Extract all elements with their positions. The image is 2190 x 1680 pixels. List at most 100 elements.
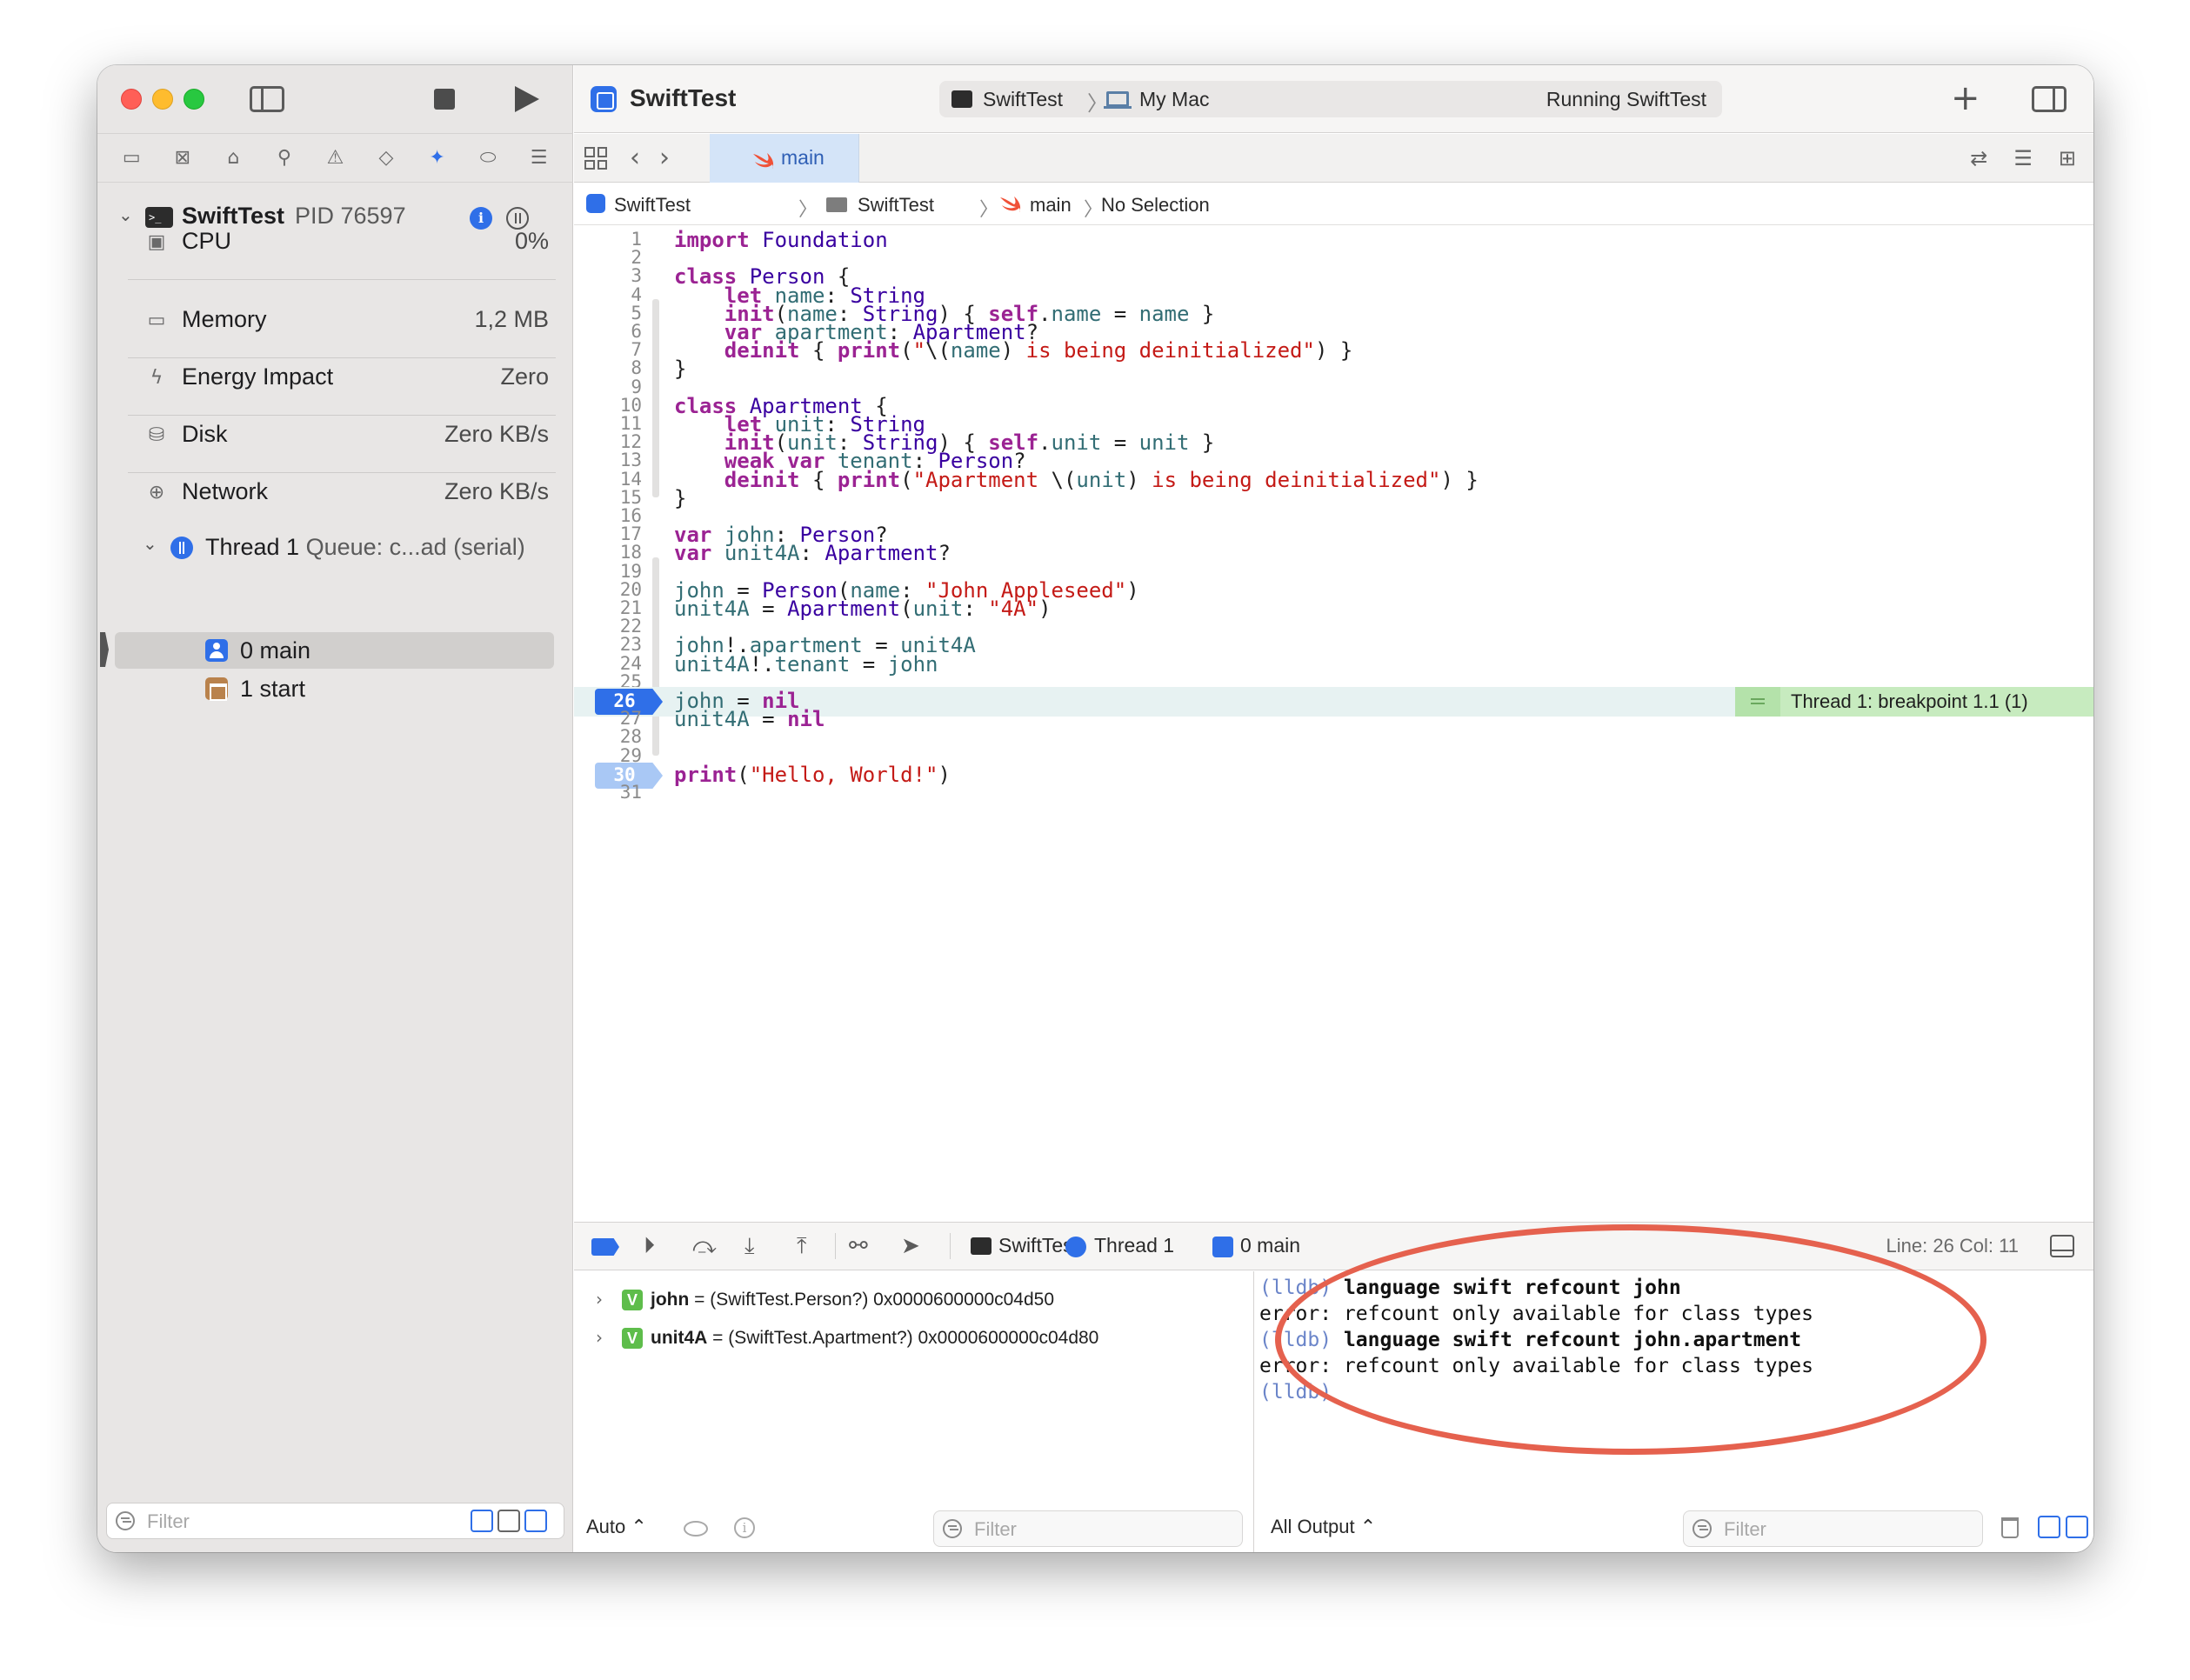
gauge-value: Zero: [500, 363, 549, 390]
debug-crumb-thread[interactable]: Thread 1: [1094, 1234, 1174, 1257]
gauge-row[interactable]: ⊕ Network Zero KB/s: [97, 473, 573, 530]
forward-arrow-icon[interactable]: ›: [659, 143, 670, 173]
console-filter-field[interactable]: Filter: [1683, 1510, 1983, 1547]
variables-scope-select[interactable]: Auto ⌃: [586, 1516, 647, 1538]
report-navigator-icon[interactable]: ☰: [526, 145, 552, 171]
show-console-icon[interactable]: [2066, 1516, 2088, 1538]
app-icon: [591, 86, 617, 112]
code-line[interactable]: 31: [574, 779, 2093, 809]
variable-badge-icon: V: [622, 1328, 643, 1349]
variables-filter-field[interactable]: Filter: [933, 1510, 1243, 1547]
swap-icon[interactable]: ⇄: [1970, 146, 1987, 170]
source-control-icon[interactable]: ⊠: [170, 145, 196, 171]
variable-row[interactable]: › Vjohn = (SwiftTest.Person?) 0x000060000…: [574, 1285, 1254, 1315]
jump-bar: SwiftTest 〉 SwiftTest 〉 main 〉 No Select…: [574, 183, 2093, 225]
stack-frame-row[interactable]: 1 start: [115, 670, 554, 707]
stop-icon[interactable]: [434, 89, 455, 110]
chevron-right-icon[interactable]: ›: [596, 1289, 603, 1310]
back-arrow-icon[interactable]: ‹: [630, 143, 640, 173]
jump-bar-group[interactable]: SwiftTest: [858, 194, 934, 217]
find-navigator-icon[interactable]: ⚲: [271, 145, 297, 171]
chevron-right-icon: 〉: [798, 199, 818, 221]
step-out-icon[interactable]: ⤒: [797, 1233, 807, 1260]
debug-crumb-frame[interactable]: 0 main: [1240, 1234, 1300, 1257]
laptop-icon: [1104, 91, 1132, 109]
line-number[interactable]: 31: [574, 782, 642, 803]
divider: [835, 1233, 836, 1259]
breakpoint-navigator-icon[interactable]: ⬭: [475, 145, 501, 171]
project-navigator-icon[interactable]: ▭: [118, 145, 144, 171]
scheme-name[interactable]: SwiftTest: [983, 88, 1063, 111]
energy-icon: ϟ: [150, 367, 164, 389]
filter-option-icon[interactable]: [497, 1510, 520, 1532]
toggle-debug-area-icon[interactable]: [2050, 1235, 2074, 1257]
breakpoints-toggle-icon[interactable]: [591, 1238, 619, 1256]
filter-option-icon[interactable]: [471, 1510, 493, 1532]
filter-placeholder: Filter: [974, 1518, 1017, 1540]
related-items-icon[interactable]: [584, 147, 607, 170]
window-toolbar: SwiftTest SwiftTest 〉 My Mac Running Swi…: [574, 65, 2093, 133]
symbol-navigator-icon[interactable]: ⌂: [220, 145, 246, 171]
variable-text: john = (SwiftTest.Person?) 0x0000600000c…: [651, 1290, 1054, 1310]
toggle-inspector-icon[interactable]: [2032, 86, 2066, 112]
gauge-row[interactable]: ▣ CPU 0%: [97, 223, 573, 280]
divider: [950, 1233, 951, 1259]
memory-graph-icon[interactable]: ⚯: [849, 1233, 868, 1259]
cpu-icon: ▣: [147, 231, 166, 253]
console-output-select[interactable]: All Output ⌃: [1271, 1516, 1376, 1538]
console-footer: All Output ⌃ Filter: [1255, 1503, 2093, 1552]
app-icon: [586, 194, 605, 213]
editor-options-icon[interactable]: ☰: [2013, 146, 2033, 170]
run-icon[interactable]: [515, 86, 539, 112]
split-editor-icon[interactable]: ⊞: [2059, 146, 2076, 170]
gauge-value: Zero KB/s: [444, 421, 549, 447]
tab-main[interactable]: main: [710, 134, 859, 183]
filter-option-icon[interactable]: [524, 1510, 547, 1532]
source-editor[interactable]: 1 import Foundation 2 3 class Person {4 let …: [574, 226, 2093, 1222]
info-icon[interactable]: i: [734, 1517, 755, 1538]
thread-row[interactable]: ⌄ Thread 1 Queue: c...ad (serial): [97, 526, 573, 570]
swift-file-icon: [1000, 197, 1021, 212]
test-navigator-icon[interactable]: ◇: [373, 145, 399, 171]
filter-icon: [116, 1511, 135, 1530]
gauge-row[interactable]: ⛁ Disk Zero KB/s: [97, 416, 573, 473]
scheme-activity-bar[interactable]: SwiftTest 〉 My Mac Running SwiftTest: [939, 81, 1722, 117]
close-window-button[interactable]: [121, 89, 142, 110]
gauge-row[interactable]: ϟ Energy Impact Zero: [97, 358, 573, 416]
filter-placeholder: Filter: [147, 1510, 190, 1532]
jump-bar-file[interactable]: main: [1030, 194, 1072, 217]
terminal-icon: [971, 1237, 992, 1255]
show-variables-icon[interactable]: [2038, 1516, 2060, 1538]
gauge-value: 1,2 MB: [474, 306, 549, 332]
folder-icon: [826, 197, 847, 212]
stack-frame-row[interactable]: 0 main: [115, 632, 554, 669]
location-icon[interactable]: ➤: [901, 1233, 920, 1259]
zoom-window-button[interactable]: [184, 89, 204, 110]
step-over-icon[interactable]: ⤼: [692, 1233, 717, 1260]
debug-navigator-icon[interactable]: ✦: [424, 145, 451, 171]
current-frame-marker: [100, 632, 109, 667]
navigator-tabs: ▭ ⊠ ⌂ ⚲ ⚠ ◇ ✦ ⬭ ☰: [97, 133, 573, 183]
run-destination[interactable]: My Mac: [1139, 88, 1210, 111]
network-icon: ⊕: [148, 482, 165, 503]
toggle-navigator-icon[interactable]: [250, 86, 284, 112]
issue-navigator-icon[interactable]: ⚠: [322, 145, 348, 171]
jump-bar-project[interactable]: SwiftTest: [614, 194, 691, 217]
add-icon[interactable]: +: [1951, 81, 1980, 116]
navigator-filter-field[interactable]: Filter: [106, 1503, 564, 1539]
continue-icon[interactable]: ⏵: [644, 1233, 655, 1260]
terminal-icon: [951, 90, 972, 108]
variable-row[interactable]: › Vunit4A = (SwiftTest.Apartment?) 0x0000…: [574, 1323, 1254, 1353]
jump-bar-symbol[interactable]: No Selection: [1101, 194, 1210, 217]
eye-icon[interactable]: [684, 1521, 708, 1537]
minimize-window-button[interactable]: [152, 89, 173, 110]
xcode-window: ▭ ⊠ ⌂ ⚲ ⚠ ◇ ✦ ⬭ ☰ ⌄ >_ SwiftTest PID 765…: [97, 65, 2093, 1552]
activity-status: Running SwiftTest: [1546, 88, 1706, 110]
trash-icon[interactable]: [2001, 1517, 2019, 1538]
variables-view: › Vjohn = (SwiftTest.Person?) 0x000060000…: [574, 1271, 1254, 1552]
gauge-row[interactable]: ▭ Memory 1,2 MB: [97, 301, 573, 358]
step-into-icon[interactable]: ⤓: [744, 1233, 755, 1260]
frame-label: 1 start: [240, 676, 306, 702]
chevron-right-icon[interactable]: ›: [596, 1327, 603, 1348]
chevron-down-icon[interactable]: ⌄: [143, 533, 157, 554]
